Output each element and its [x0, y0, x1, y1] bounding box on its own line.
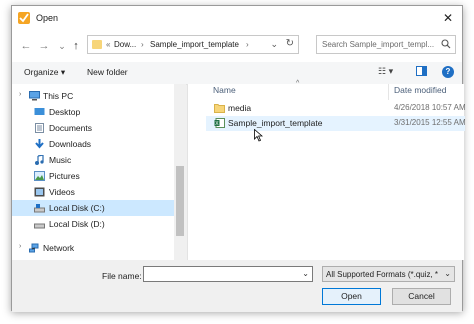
sidebar-item-videos[interactable]: Videos	[12, 184, 174, 200]
videos-folder-icon	[34, 187, 45, 197]
dialog-footer: File name: ⌄ All Supported Formats (*.qu…	[12, 260, 462, 312]
open-dialog: Open ✕ ← → ⌄ ↑ « Dow... › Sample_import_…	[11, 5, 466, 312]
address-bar[interactable]: « Dow... › Sample_import_template › ⌄ ↻	[87, 35, 299, 54]
forward-arrow-icon[interactable]: →	[38, 40, 50, 52]
expand-chevron-icon[interactable]: ›	[19, 91, 21, 98]
sidebar-item-desktop[interactable]: Desktop	[12, 104, 174, 120]
navigation-pane: › This PC Desktop Documents Downloads Mu…	[12, 84, 186, 260]
new-folder-button[interactable]: New folder	[87, 67, 128, 77]
sidebar-item-label: Network	[43, 243, 75, 253]
file-list: ^ Name Date modified media 4/26/2018 10:…	[187, 80, 466, 260]
up-arrow-icon[interactable]: ↑	[70, 40, 82, 52]
preview-pane-icon[interactable]	[416, 66, 427, 78]
sidebar-item-label: Desktop	[49, 107, 81, 117]
sidebar-item-label: Documents	[49, 123, 92, 133]
sidebar-item-label: Local Disk (D:)	[49, 219, 105, 229]
file-name: Sample_import_template	[228, 118, 323, 128]
scrollbar-thumb[interactable]	[176, 166, 184, 236]
sidebar-item-label: Downloads	[49, 139, 92, 149]
pictures-folder-icon	[34, 171, 45, 181]
music-folder-icon	[34, 154, 45, 165]
close-icon[interactable]: ✕	[440, 10, 456, 26]
window-title: Open	[36, 13, 59, 23]
sidebar-item-pictures[interactable]: Pictures	[12, 168, 174, 184]
file-date: 4/26/2018 10:57 AM	[394, 103, 466, 112]
column-header-date-modified[interactable]: Date modified	[394, 85, 446, 95]
sidebar-item-local-disk-c[interactable]: Local Disk (C:)	[12, 200, 174, 216]
recent-locations-chevron-icon[interactable]: ⌄	[56, 40, 68, 52]
breadcrumb-overflow[interactable]: «	[106, 40, 110, 49]
sidebar-item-downloads[interactable]: Downloads	[12, 136, 174, 152]
search-icon	[441, 39, 451, 51]
sidebar-item-label: Pictures	[49, 171, 80, 181]
navigation-bar: ← → ⌄ ↑ « Dow... › Sample_import_templat…	[12, 30, 462, 62]
sidebar-item-label: Videos	[49, 187, 75, 197]
file-date: 3/31/2015 12:55 AM	[394, 118, 466, 127]
breadcrumb-item[interactable]: Dow...	[114, 40, 136, 49]
sidebar-item-network[interactable]: › Network	[12, 240, 174, 256]
drive-icon	[34, 219, 45, 229]
back-arrow-icon[interactable]: ←	[20, 40, 32, 52]
refresh-icon[interactable]: ↻	[286, 38, 294, 49]
expand-chevron-icon[interactable]: ›	[19, 243, 21, 250]
file-name: media	[228, 103, 252, 113]
address-dropdown-icon[interactable]: ⌄	[270, 39, 278, 50]
folder-icon	[214, 103, 225, 113]
sidebar-item-this-pc[interactable]: › This PC	[12, 88, 174, 104]
title-bar: Open ✕	[12, 6, 462, 30]
computer-icon	[29, 91, 40, 101]
file-name-dropdown-icon[interactable]: ⌄	[302, 269, 309, 278]
app-icon	[18, 12, 30, 24]
folder-icon	[92, 40, 102, 49]
file-row[interactable]: media 4/26/2018 10:57 AM	[206, 101, 466, 116]
network-icon	[29, 243, 40, 253]
sidebar-scrollbar[interactable]	[174, 84, 186, 260]
view-options-icon[interactable]: ☷ ▾	[378, 66, 393, 77]
cancel-button[interactable]: Cancel	[392, 288, 451, 305]
excel-file-icon: X	[214, 118, 225, 128]
file-type-select[interactable]: All Supported Formats (*.quiz, * ⌄	[322, 266, 455, 282]
sidebar-item-documents[interactable]: Documents	[12, 120, 174, 136]
help-icon[interactable]: ?	[442, 66, 454, 78]
sort-ascending-icon: ^	[296, 80, 300, 87]
file-type-value: All Supported Formats (*.quiz, *	[326, 270, 438, 279]
organize-menu[interactable]: Organize ▾	[24, 67, 65, 78]
mouse-cursor-icon	[254, 128, 264, 144]
sidebar-item-label: Local Disk (C:)	[49, 203, 105, 213]
file-row[interactable]: X Sample_import_template 3/31/2015 12:55…	[206, 116, 466, 131]
sidebar-item-label: Music	[49, 155, 72, 165]
breadcrumb-item[interactable]: Sample_import_template	[150, 40, 239, 49]
column-header-name[interactable]: Name	[213, 85, 236, 95]
sidebar-item-local-disk-d[interactable]: Local Disk (D:)	[12, 216, 174, 232]
search-input[interactable]: Search Sample_import_templ...	[322, 40, 440, 49]
file-name-input[interactable]: ⌄	[143, 266, 313, 282]
desktop-folder-icon	[34, 107, 45, 117]
breadcrumb-separator: ›	[141, 40, 144, 49]
documents-folder-icon	[34, 123, 45, 133]
chevron-down-icon: ⌄	[444, 269, 451, 278]
column-divider[interactable]	[388, 84, 389, 100]
downloads-folder-icon	[34, 139, 45, 149]
file-name-label: File name:	[102, 271, 142, 281]
sidebar-item-label: This PC	[43, 91, 74, 101]
search-box[interactable]: Search Sample_import_templ...	[316, 35, 456, 54]
command-bar: Organize ▾ New folder ☷ ▾ ?	[12, 62, 462, 85]
breadcrumb-separator: ›	[246, 40, 249, 49]
open-button[interactable]: Open	[322, 288, 381, 305]
sidebar-item-music[interactable]: Music	[12, 152, 174, 168]
drive-icon	[34, 203, 45, 213]
